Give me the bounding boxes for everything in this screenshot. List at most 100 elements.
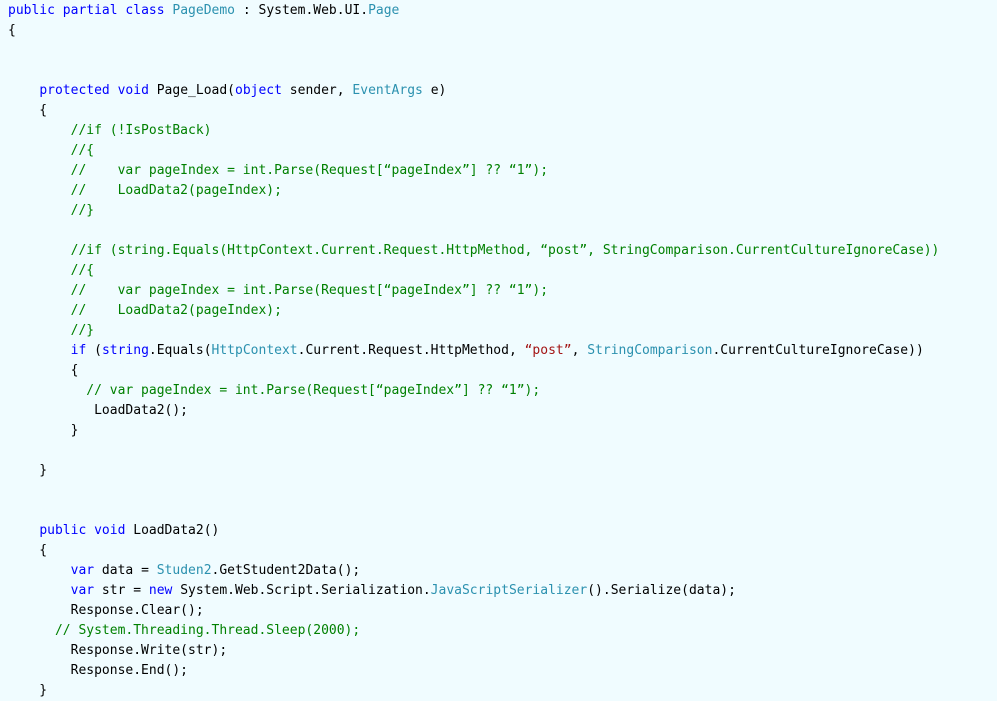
code-token — [8, 523, 39, 538]
code-line: Response.Write(str); — [8, 641, 997, 661]
code-token: // var pageIndex = int.Parse(Request[“pa… — [8, 163, 548, 178]
code-token: { — [8, 543, 47, 558]
code-line: //{ — [8, 141, 997, 161]
code-line: // System.Threading.Thread.Sleep(2000); — [8, 621, 997, 641]
code-token: Page — [368, 3, 399, 18]
code-line — [8, 441, 997, 461]
code-token — [8, 583, 71, 598]
code-line: public partial class PageDemo : System.W… — [8, 1, 997, 21]
code-token: } — [8, 463, 47, 478]
code-token: StringComparison — [587, 343, 712, 358]
code-line: } — [8, 421, 997, 441]
code-line: var str = new System.Web.Script.Serializ… — [8, 581, 997, 601]
code-line: var data = Studen2.GetStudent2Data(); — [8, 561, 997, 581]
code-token: var — [71, 583, 94, 598]
code-token: //if (string.Equals(HttpContext.Current.… — [8, 243, 939, 258]
code-token: Response.End(); — [8, 663, 188, 678]
code-token: //} — [8, 203, 94, 218]
code-line — [8, 501, 997, 521]
code-token: // LoadData2(pageIndex); — [8, 303, 282, 318]
code-token: if — [71, 343, 87, 358]
code-line: //if (string.Equals(HttpContext.Current.… — [8, 241, 997, 261]
code-token: // var pageIndex = int.Parse(Request[“pa… — [8, 383, 540, 398]
code-token — [8, 563, 71, 578]
code-token: EventArgs — [352, 83, 422, 98]
code-line: // LoadData2(pageIndex); — [8, 181, 997, 201]
code-token: LoadData2(); — [8, 403, 188, 418]
code-line: //{ — [8, 261, 997, 281]
code-editor-surface[interactable]: public partial class PageDemo : System.W… — [0, 0, 997, 651]
code-token: e) — [423, 83, 446, 98]
code-token: LoadData2() — [125, 523, 219, 538]
code-line: // var pageIndex = int.Parse(Request[“pa… — [8, 381, 997, 401]
code-token: Studen2 — [157, 563, 212, 578]
code-token: str = — [94, 583, 149, 598]
code-token: string — [102, 343, 149, 358]
code-token: .Equals( — [149, 343, 212, 358]
code-token — [8, 83, 39, 98]
code-line: // var pageIndex = int.Parse(Request[“pa… — [8, 161, 997, 181]
code-line: //if (!IsPostBack) — [8, 121, 997, 141]
code-token: void — [94, 523, 125, 538]
code-token: Page_Load( — [149, 83, 235, 98]
code-token: void — [118, 83, 149, 98]
code-line: { — [8, 21, 997, 41]
code-line — [8, 41, 997, 61]
code-token: System.Web.Script.Serialization. — [172, 583, 430, 598]
code-token: ( — [86, 343, 102, 358]
code-token: .GetStudent2Data(); — [212, 563, 361, 578]
code-line — [8, 61, 997, 81]
code-token: , — [572, 343, 588, 358]
code-token: public — [8, 3, 55, 18]
code-token: } — [8, 683, 47, 698]
code-token: Response.Clear(); — [8, 603, 204, 618]
code-token: ().Serialize(data); — [587, 583, 736, 598]
code-token — [86, 523, 94, 538]
code-token: var — [71, 563, 94, 578]
code-line: LoadData2(); — [8, 401, 997, 421]
code-token: PageDemo — [172, 3, 235, 18]
code-line: Response.End(); — [8, 661, 997, 681]
code-line: protected void Page_Load(object sender, … — [8, 81, 997, 101]
code-token — [110, 83, 118, 98]
code-line — [8, 221, 997, 241]
code-line: // var pageIndex = int.Parse(Request[“pa… — [8, 281, 997, 301]
code-line: { — [8, 361, 997, 381]
code-token: “post” — [525, 343, 572, 358]
code-token: public — [39, 523, 86, 538]
code-token: partial — [63, 3, 118, 18]
code-token: class — [125, 3, 164, 18]
code-token: { — [8, 23, 16, 38]
code-line: // LoadData2(pageIndex); — [8, 301, 997, 321]
code-token: // LoadData2(pageIndex); — [8, 183, 282, 198]
code-token: sender, — [282, 83, 352, 98]
code-token: .CurrentCultureIgnoreCase)) — [712, 343, 923, 358]
code-line — [8, 481, 997, 501]
code-token: //if (!IsPostBack) — [8, 123, 212, 138]
code-token: { — [8, 103, 47, 118]
code-token: JavaScriptSerializer — [431, 583, 588, 598]
code-line: } — [8, 681, 997, 701]
code-line: } — [8, 461, 997, 481]
code-token: protected — [39, 83, 109, 98]
code-line: Response.Clear(); — [8, 601, 997, 621]
code-line: if (string.Equals(HttpContext.Current.Re… — [8, 341, 997, 361]
code-token: //} — [8, 323, 94, 338]
code-token: } — [8, 423, 78, 438]
code-token: //{ — [8, 263, 94, 278]
code-token: { — [8, 363, 78, 378]
code-token: HttpContext — [212, 343, 298, 358]
code-line: //} — [8, 201, 997, 221]
code-token: : System.Web.UI. — [235, 3, 368, 18]
code-token — [55, 3, 63, 18]
code-token: object — [235, 83, 282, 98]
code-token: // var pageIndex = int.Parse(Request[“pa… — [8, 283, 548, 298]
code-line: { — [8, 541, 997, 561]
code-line: { — [8, 101, 997, 121]
code-token: data = — [94, 563, 157, 578]
code-token: .Current.Request.HttpMethod, — [298, 343, 525, 358]
code-token — [8, 343, 71, 358]
code-token: // System.Threading.Thread.Sleep(2000); — [8, 623, 360, 638]
code-token: //{ — [8, 143, 94, 158]
code-line: //} — [8, 321, 997, 341]
